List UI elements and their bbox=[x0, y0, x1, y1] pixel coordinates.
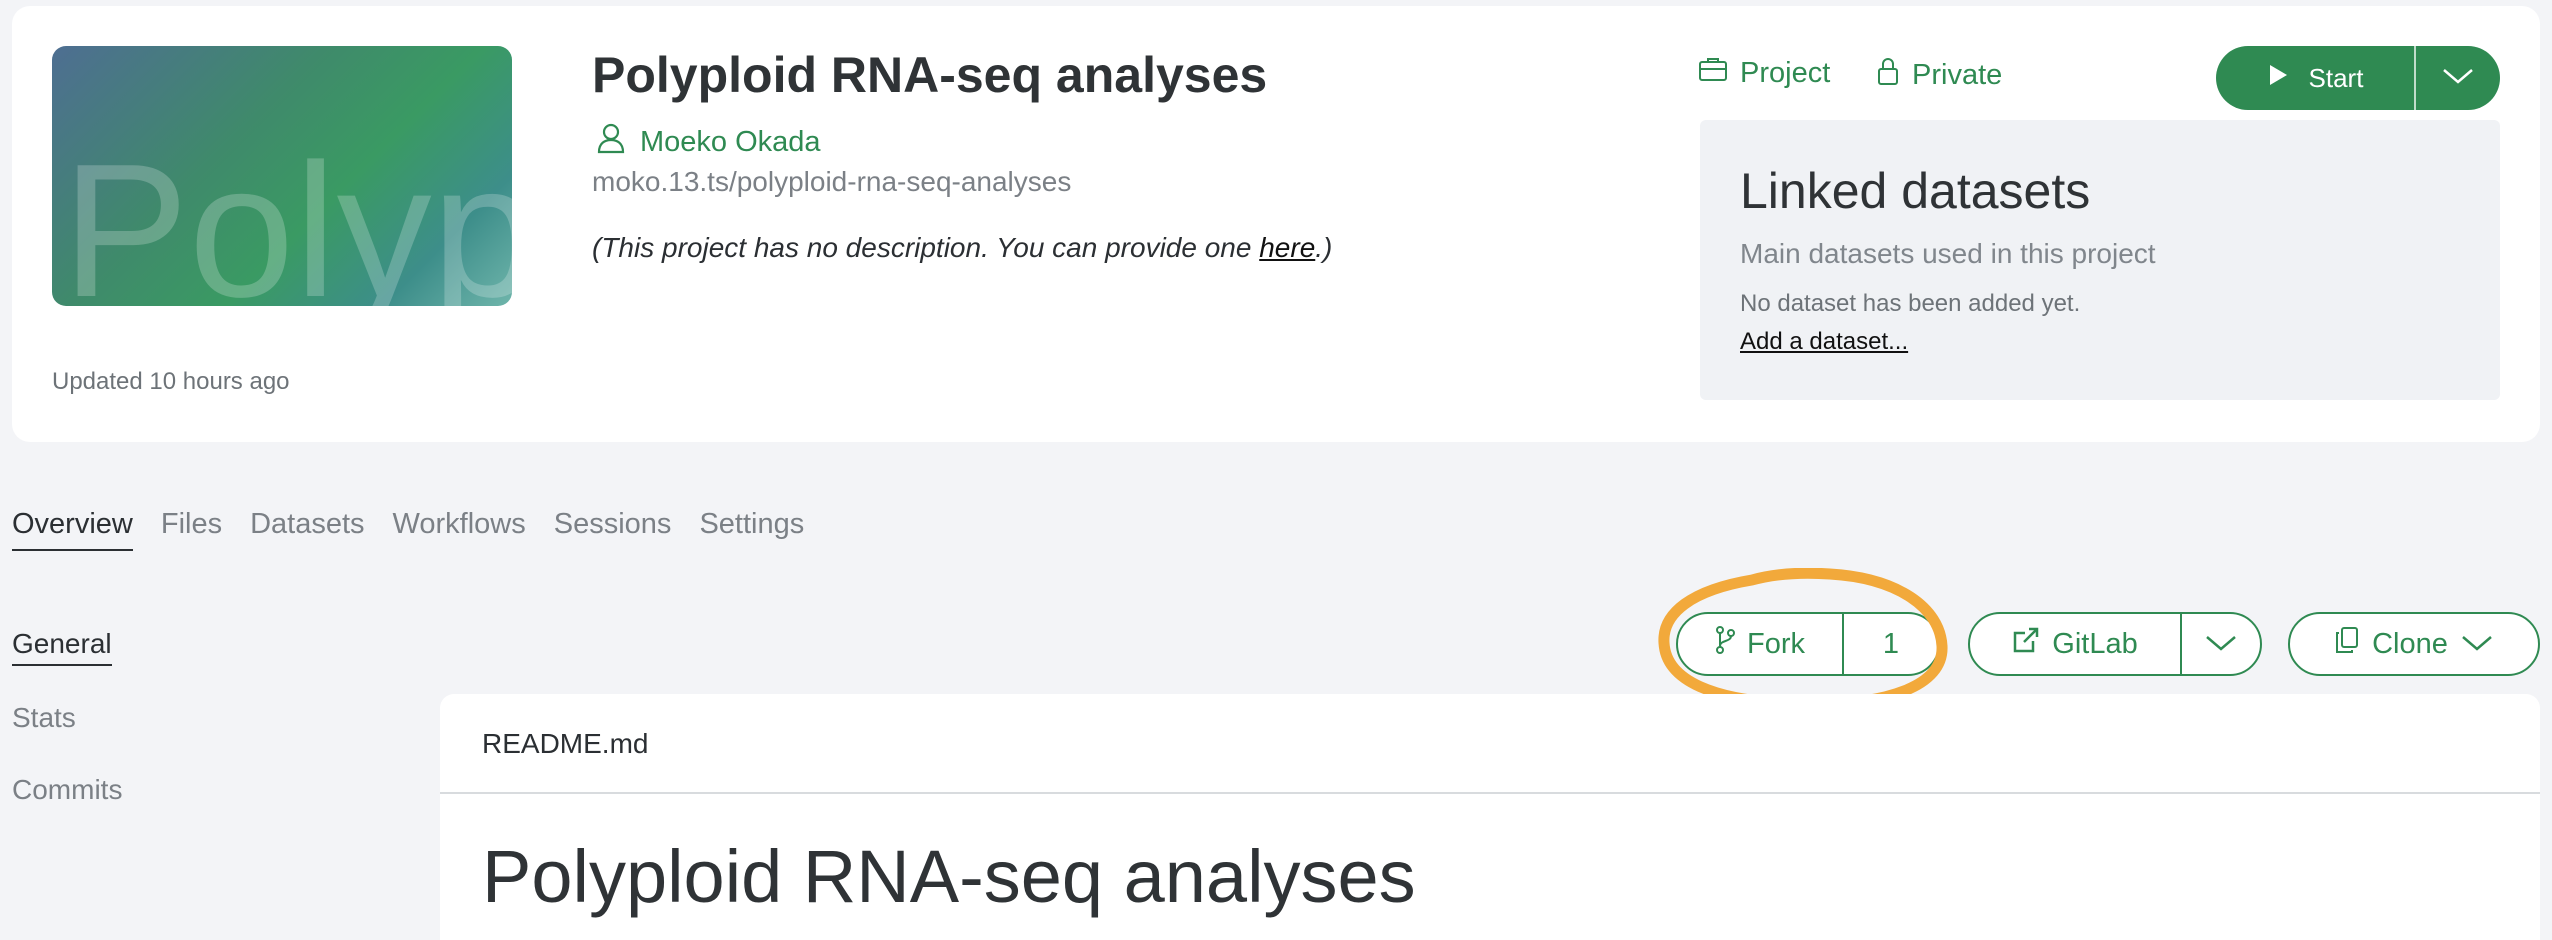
description-suffix: .) bbox=[1315, 232, 1333, 263]
linked-datasets-subtitle: Main datasets used in this project bbox=[1740, 238, 2156, 269]
external-link-icon bbox=[2012, 626, 2040, 662]
tab-datasets[interactable]: Datasets bbox=[250, 508, 364, 551]
play-icon bbox=[2267, 63, 2289, 94]
fork-button-label: Fork bbox=[1747, 627, 1805, 660]
fork-icon bbox=[1715, 626, 1735, 662]
owner-name: Moeko Okada bbox=[640, 125, 821, 158]
lock-icon bbox=[1876, 56, 1900, 94]
gitlab-button-group: GitLab bbox=[1968, 612, 2262, 676]
fork-count[interactable]: 1 bbox=[1842, 614, 1938, 674]
project-thumbnail: Polyp bbox=[52, 46, 512, 306]
user-icon bbox=[596, 122, 626, 162]
start-button[interactable]: Start bbox=[2216, 46, 2416, 110]
readme-divider bbox=[440, 792, 2540, 794]
project-slug: moko.13.ts/polyploid-rna-seq-analyses bbox=[592, 166, 1072, 197]
description-prefix: (This project has no description. You ca… bbox=[592, 232, 1260, 263]
project-visibility: Private bbox=[1876, 56, 2002, 94]
readme-panel: README.md Polyploid RNA-seq analyses bbox=[440, 694, 2540, 940]
sidebar-item-general[interactable]: General bbox=[12, 628, 112, 666]
clone-button[interactable]: Clone bbox=[2288, 612, 2540, 676]
linked-datasets-panel: Linked datasets Main datasets used in th… bbox=[1700, 120, 2500, 400]
clone-button-label: Clone bbox=[2372, 627, 2448, 660]
briefcase-icon bbox=[1698, 56, 1728, 90]
clone-button-content: Clone bbox=[2290, 614, 2538, 674]
start-button-label: Start bbox=[2308, 62, 2364, 93]
tab-overview[interactable]: Overview bbox=[12, 508, 133, 551]
start-button-group: Start bbox=[2216, 46, 2500, 110]
project-tabs: Overview Files Datasets Workflows Sessio… bbox=[12, 508, 804, 551]
updated-timestamp: Updated 10 hours ago bbox=[52, 368, 290, 395]
project-title: Polyploid RNA-seq analyses bbox=[592, 47, 1268, 103]
start-dropdown-toggle[interactable] bbox=[2416, 46, 2500, 110]
gitlab-dropdown-toggle[interactable] bbox=[2180, 614, 2260, 674]
gitlab-button-label: GitLab bbox=[2052, 627, 2138, 660]
project-type-label: Project bbox=[1740, 56, 1831, 89]
fork-button-group: Fork 1 bbox=[1676, 612, 1940, 676]
fork-button[interactable]: Fork bbox=[1678, 614, 1842, 674]
tab-files[interactable]: Files bbox=[161, 508, 222, 551]
readme-heading: Polyploid RNA-seq analyses bbox=[482, 835, 1416, 918]
chevron-down-icon bbox=[2460, 628, 2494, 661]
chevron-down-icon bbox=[2204, 628, 2238, 661]
linked-datasets-empty: No dataset has been added yet. bbox=[1740, 290, 2081, 317]
copy-icon bbox=[2334, 626, 2360, 662]
linked-datasets-title: Linked datasets bbox=[1740, 163, 2091, 219]
description-link[interactable]: here bbox=[1259, 232, 1315, 263]
gitlab-button[interactable]: GitLab bbox=[1970, 614, 2180, 674]
tab-workflows[interactable]: Workflows bbox=[393, 508, 526, 551]
sidebar-item-commits[interactable]: Commits bbox=[12, 774, 122, 806]
project-type: Project bbox=[1698, 56, 1830, 90]
tab-sessions[interactable]: Sessions bbox=[554, 508, 672, 551]
project-description: (This project has no description. You ca… bbox=[592, 232, 1332, 264]
thumbnail-text: Polyp bbox=[62, 125, 512, 306]
project-owner[interactable]: Moeko Okada bbox=[596, 122, 821, 162]
project-visibility-label: Private bbox=[1912, 58, 2003, 91]
readme-filename: README.md bbox=[482, 728, 649, 759]
sidebar-item-stats[interactable]: Stats bbox=[12, 702, 76, 734]
add-dataset-link[interactable]: Add a dataset... bbox=[1740, 328, 1908, 356]
tab-settings[interactable]: Settings bbox=[699, 508, 804, 551]
chevron-down-icon bbox=[2441, 66, 2475, 91]
